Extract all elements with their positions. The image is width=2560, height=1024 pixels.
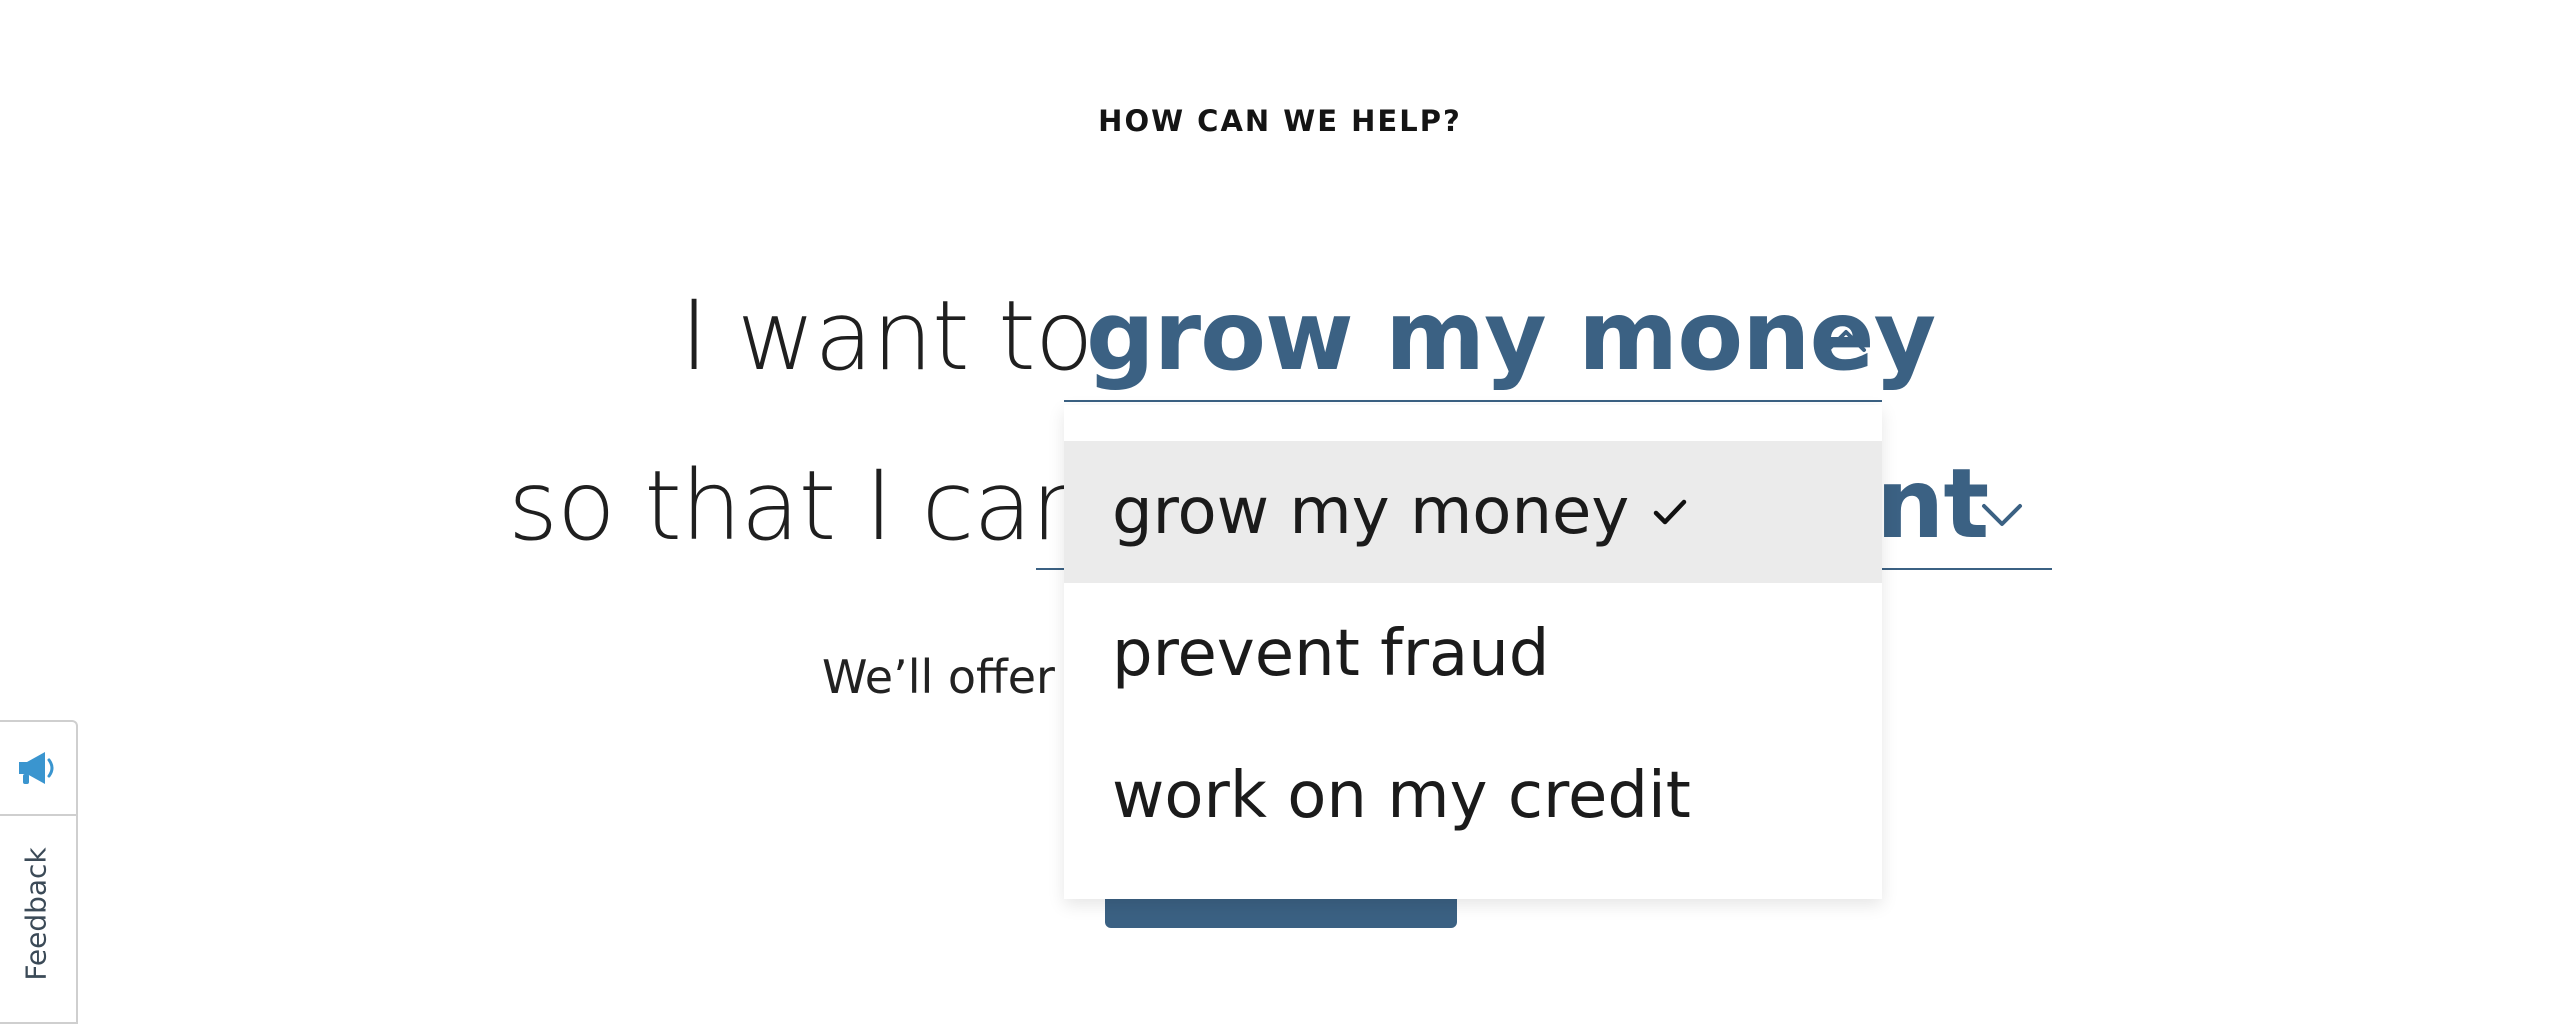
feedback-tab[interactable]: Feedback	[0, 720, 78, 1024]
goal-select-value: grow my money	[1086, 280, 1936, 392]
megaphone-icon	[19, 752, 54, 784]
line2-prefix: so that I can	[508, 450, 1092, 562]
purpose-select-value-tail: nt	[1876, 448, 1989, 560]
chevron-up-icon[interactable]	[1824, 326, 1868, 354]
option-label: grow my money	[1112, 475, 1630, 549]
dropdown-option-grow-my-money[interactable]: grow my money	[1064, 441, 1882, 583]
dropdown-option-prevent-fraud[interactable]: prevent fraud	[1064, 583, 1882, 725]
section-eyebrow: HOW CAN WE HELP?	[1098, 104, 1462, 138]
feedback-icon-area[interactable]	[0, 722, 76, 816]
feedback-label: Feedback	[19, 847, 53, 981]
line1-prefix: I want to	[680, 280, 1094, 392]
chevron-down-icon[interactable]	[1980, 500, 2024, 528]
page: HOW CAN WE HELP? I want to grow my money…	[0, 0, 2560, 1024]
option-label: work on my credit	[1112, 759, 1691, 833]
goal-select[interactable]: grow my money	[1064, 280, 1936, 402]
goal-dropdown-menu: grow my money prevent fraud work on my c…	[1064, 405, 1882, 899]
dropdown-option-work-on-my-credit[interactable]: work on my credit	[1064, 725, 1882, 867]
checkmark-icon	[1654, 499, 1687, 525]
option-label: prevent fraud	[1112, 617, 1550, 691]
